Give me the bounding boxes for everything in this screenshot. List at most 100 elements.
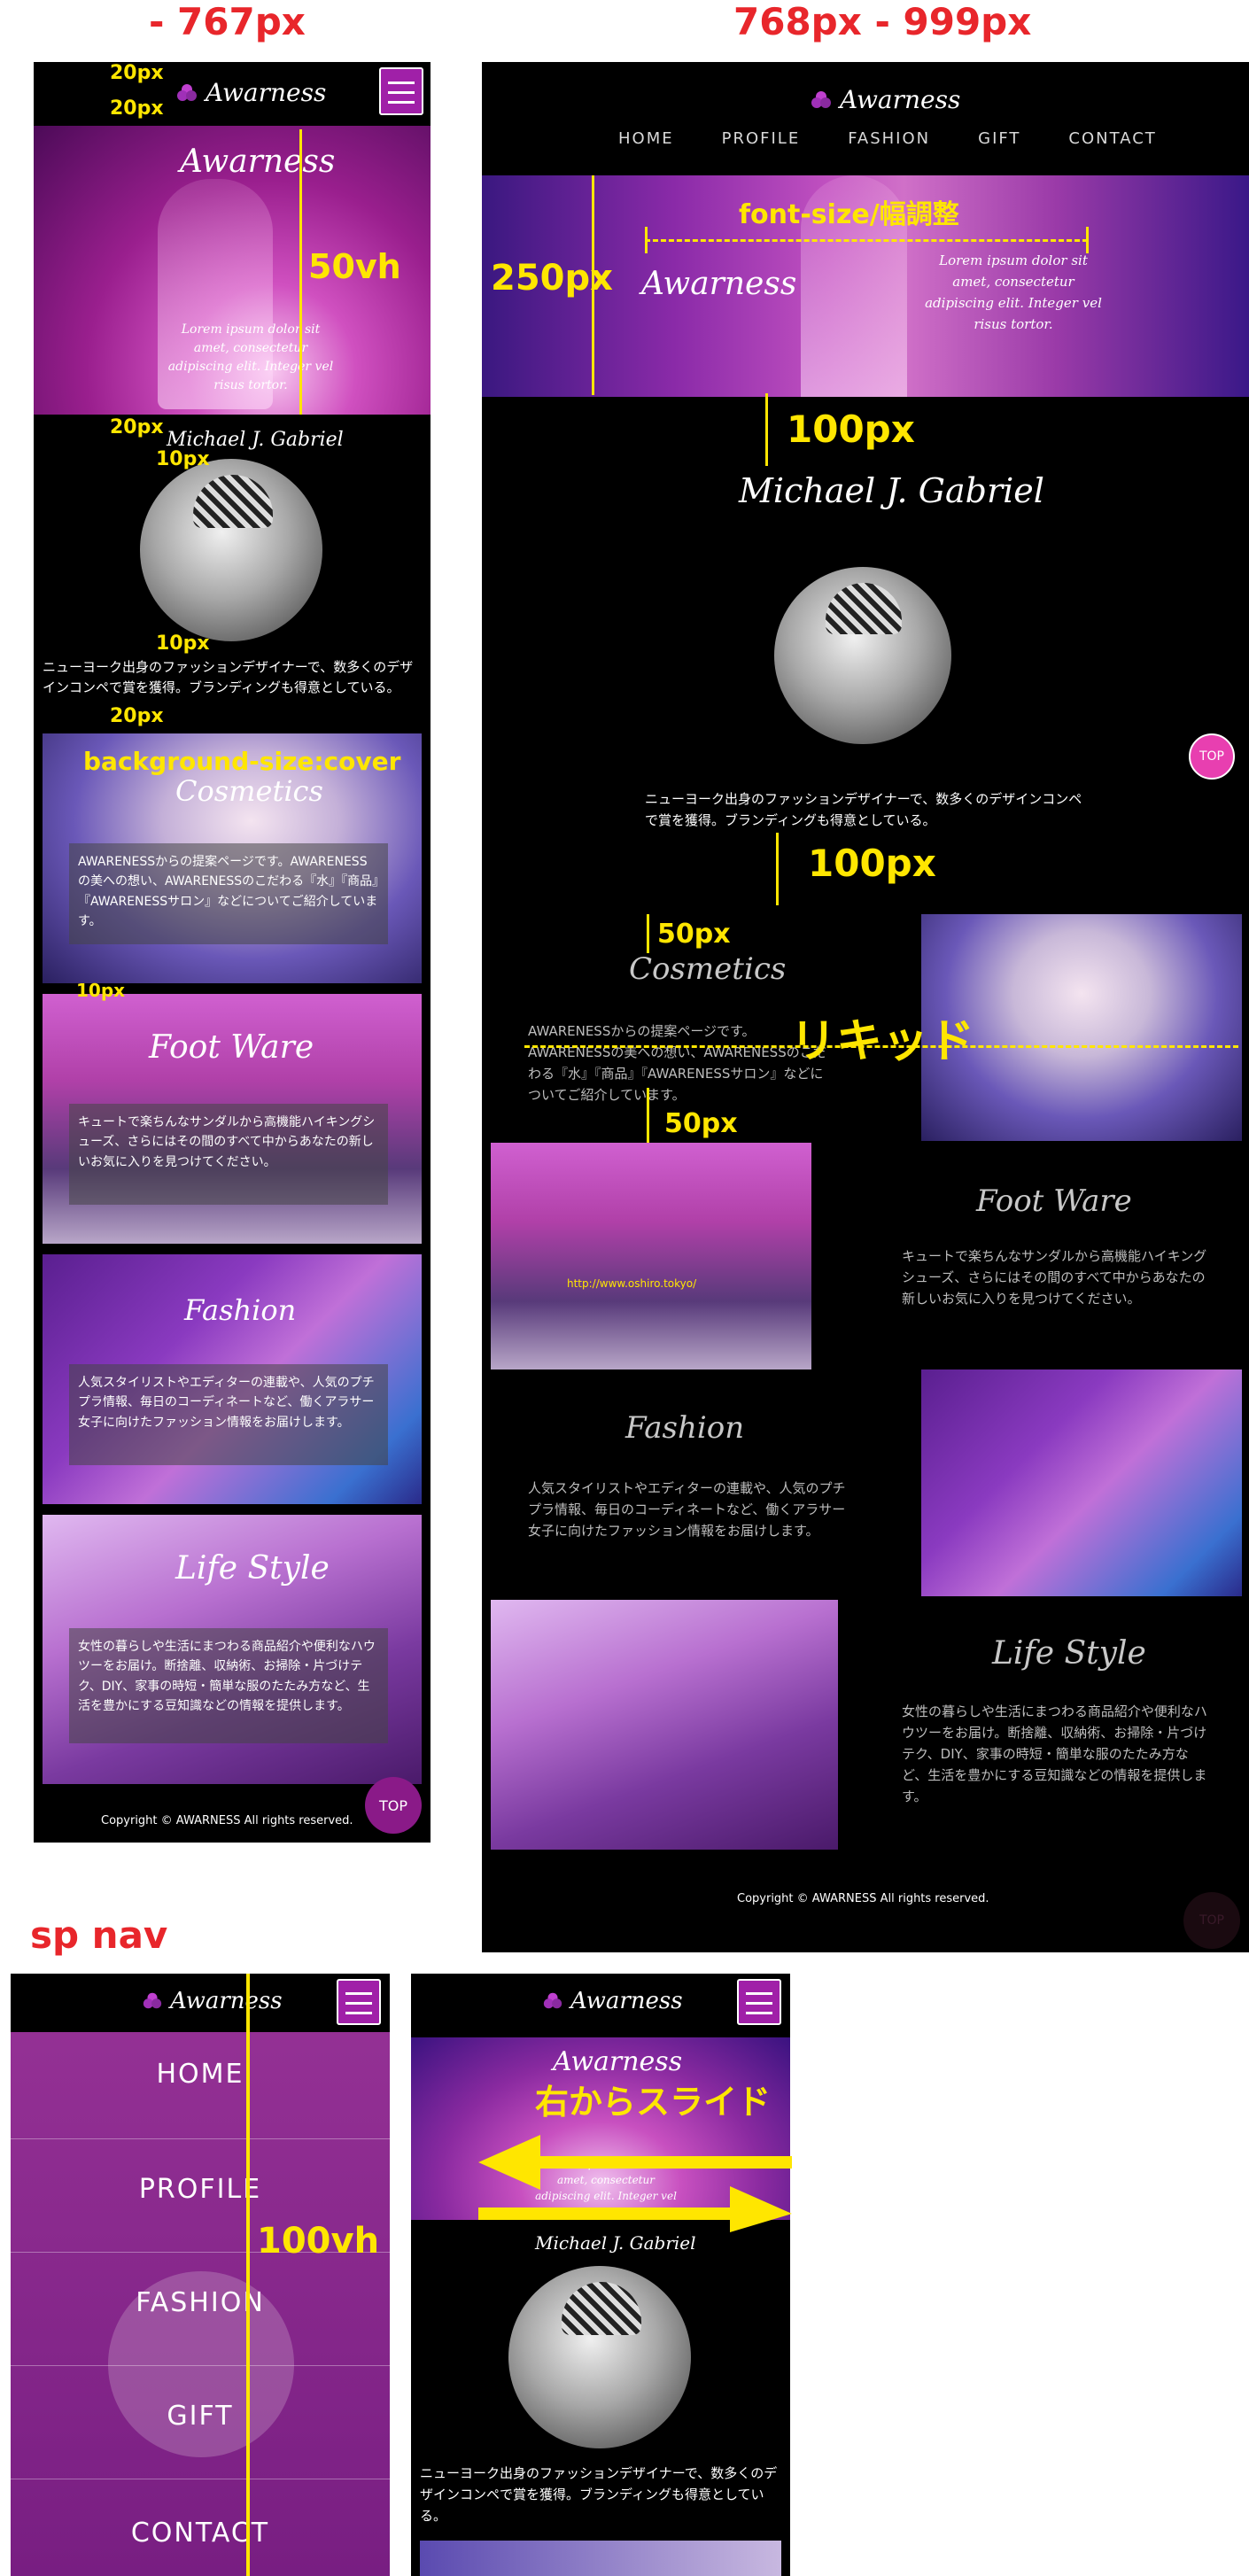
logo-flower-icon (543, 1992, 562, 2009)
annot-dash-hero (645, 239, 1088, 242)
heading-spnav: sp nav (30, 1913, 168, 1957)
nav-profile[interactable]: PROFILE (722, 129, 801, 148)
tb-text-cosmetics: AWARENESSからの提案ページです。AWARENESSの美への想い、AWAR… (528, 1023, 826, 1103)
slide-logo[interactable]: Awarness (542, 1988, 683, 2014)
tb-title-lifestyle: Life Style (992, 1635, 1146, 1672)
arrow-left-icon (478, 2135, 792, 2190)
watermark: http://www.oshiro.tokyo/ (567, 1277, 697, 1290)
card-title: Cosmetics (175, 774, 323, 808)
card-fashion[interactable]: Fashion 人気スタイリストやエディターの連載や、人気のプチプラ情報、毎日の… (43, 1254, 422, 1504)
profile-bio: ニューヨーク出身のファッションデザイナーで、数多くのデザインコンペで賞を獲得。ブ… (645, 791, 1082, 828)
annot-font-size: font-size/幅調整 (739, 199, 959, 230)
sp-header: Awarness (34, 62, 431, 126)
card-text: 人気スタイリストやエディターの連載や、人気のプチプラ情報、毎日のコーディネートな… (69, 1364, 388, 1465)
annot-pad-10-b: 10px (156, 632, 210, 655)
annot-tick-right (1086, 227, 1089, 253)
heading-sp: - 767px (149, 0, 306, 43)
logo-text: Awarness (840, 85, 961, 114)
spnav-item-contact[interactable]: CONTACT (11, 2518, 390, 2549)
card-text: AWARENESSからの提案ページです。AWARENESSの美への想い、AWAR… (69, 843, 388, 944)
annot-pad-20-c: 20px (110, 705, 164, 727)
annot-tick-left (645, 227, 648, 253)
tb-nav: HOME PROFILE FASHION GIFT CONTACT (618, 129, 1157, 148)
nav-home[interactable]: HOME (618, 129, 674, 148)
card-title: Fashion (184, 1293, 297, 1327)
annot-gap-100-a: 100px (787, 407, 915, 451)
logo-flower-icon (811, 90, 831, 108)
heading-tablet: 768px - 999px (733, 0, 1032, 43)
logo-text: Awarness (570, 1988, 683, 2014)
tb-image-fashion (921, 1369, 1242, 1596)
spnav-item-profile[interactable]: PROFILE (11, 2174, 390, 2205)
menu-icon-bar (388, 101, 415, 104)
spnav-open-screen: Awarness HOME PROFILE FASHION GIFT CONTA… (11, 1974, 390, 2576)
spnav-item-home[interactable]: HOME (11, 2059, 390, 2090)
annot-line-100-b (776, 833, 779, 905)
tb-title-cosmetics: Cosmetics (629, 951, 787, 987)
top-button[interactable]: TOP (1189, 733, 1235, 780)
annot-nav-height: 100vh (257, 2221, 380, 2262)
top-button[interactable]: TOP (365, 1777, 422, 1834)
annot-line-100vh (246, 1974, 250, 2576)
comparison-sheet: - 767px 768px - 999px sp nav Awarness Aw… (0, 0, 1249, 2576)
annot-hero-height-tb: 250px (491, 258, 613, 299)
tb-text-lifestyle: 女性の暮らしや生活にまつわる商品紹介や便利なハウツーをお届け。断捨離、収納術、お… (902, 1703, 1207, 1804)
annot-line-hero (299, 129, 302, 415)
annot-line-50-a (647, 914, 649, 953)
menu-button[interactable] (379, 67, 423, 115)
menu-icon-bar (746, 2012, 772, 2014)
profile-avatar (140, 459, 322, 641)
annot-pad-after-hero: 20px (110, 416, 164, 438)
tb-logo[interactable]: Awarness (810, 85, 960, 114)
spnav-item-gift[interactable]: GIFT (11, 2401, 390, 2432)
tb-title-fashion: Fashion (625, 1410, 745, 1446)
menu-icon-bar (345, 2002, 372, 2005)
tb-image-lifestyle (491, 1600, 838, 1850)
spnav-slide-screen: Awarness Awarness Lorem ipsum dolor sit … (411, 1974, 790, 2576)
card-text: 女性の暮らしや生活にまつわる商品紹介や便利なハウツーをお届け。断捨離、収納術、お… (69, 1628, 388, 1743)
profile-name: Michael J. Gabriel (739, 471, 1044, 510)
avatar-beanie (562, 2282, 641, 2335)
sp-logo[interactable]: Awarness (175, 78, 326, 107)
card-footware[interactable]: Foot Ware キュートで楽ちんなサンダルから高機能ハイキングシューズ、さら… (43, 994, 422, 1244)
slide-arrows (478, 2135, 792, 2232)
spnav-item-fashion[interactable]: FASHION (11, 2287, 390, 2318)
nav-gift[interactable]: GIFT (978, 129, 1020, 148)
annot-gap-100-b: 100px (808, 842, 936, 885)
top-button-faded[interactable]: TOP (1183, 1892, 1240, 1949)
card-title: Life Style (175, 1550, 330, 1587)
annot-liquid: リキッド (790, 1015, 975, 1068)
arrow-right-icon (478, 2186, 792, 2232)
nav-contact[interactable]: CONTACT (1068, 129, 1156, 148)
annot-hero-height: 50vh (308, 247, 401, 286)
copyright: Copyright © AWARNESS All rights reserved… (101, 1814, 353, 1827)
annot-pad-top-2: 20px (110, 97, 164, 120)
separator (11, 2138, 390, 2139)
profile-avatar (508, 2266, 691, 2448)
menu-button[interactable] (737, 1979, 781, 2025)
tablet-screen: Awarness HOME PROFILE FASHION GIFT CONTA… (482, 62, 1249, 1952)
menu-button[interactable] (337, 1979, 381, 2025)
logo-flower-icon (177, 83, 197, 101)
separator (11, 2365, 390, 2366)
profile-bio: ニューヨーク出身のファッションデザイナーで、数多くのデザインコンペで賞を獲得。ブ… (43, 659, 414, 696)
annot-bg-cover: background-size:cover (83, 747, 401, 776)
card-text: キュートで楽ちんなサンダルから高機能ハイキングシューズ、さらにはその間のすべて中… (69, 1104, 388, 1205)
profile-name: Michael J. Gabriel (535, 2232, 696, 2254)
card-lifestyle[interactable]: Life Style 女性の暮らしや生活にまつわる商品紹介や便利なハウツーをお届… (43, 1515, 422, 1784)
tb-text-fashion: 人気スタイリストやエディターの連載や、人気のプチプラ情報、毎日のコーディネートな… (528, 1480, 846, 1539)
tb-title-footware: Foot Ware (976, 1183, 1132, 1219)
menu-icon-bar (345, 2012, 372, 2014)
spnav-logo[interactable]: Awarness (142, 1988, 283, 2014)
hero-text: Lorem ipsum dolor sit amet, consectetur … (925, 252, 1102, 332)
annot-line-50-b (647, 1088, 649, 1143)
card-title: Foot Ware (149, 1029, 314, 1066)
nav-fashion[interactable]: FASHION (848, 129, 930, 148)
annot-pad-top-1: 20px (110, 62, 164, 84)
avatar-beanie (193, 475, 273, 528)
annot-line-100-a (765, 393, 768, 466)
annot-gap-50-a: 50px (657, 919, 731, 950)
next-card-peek (420, 2541, 781, 2576)
annot-slide: 右からスライド (535, 2083, 772, 2122)
copyright: Copyright © AWARNESS All rights reserved… (737, 1892, 989, 1905)
